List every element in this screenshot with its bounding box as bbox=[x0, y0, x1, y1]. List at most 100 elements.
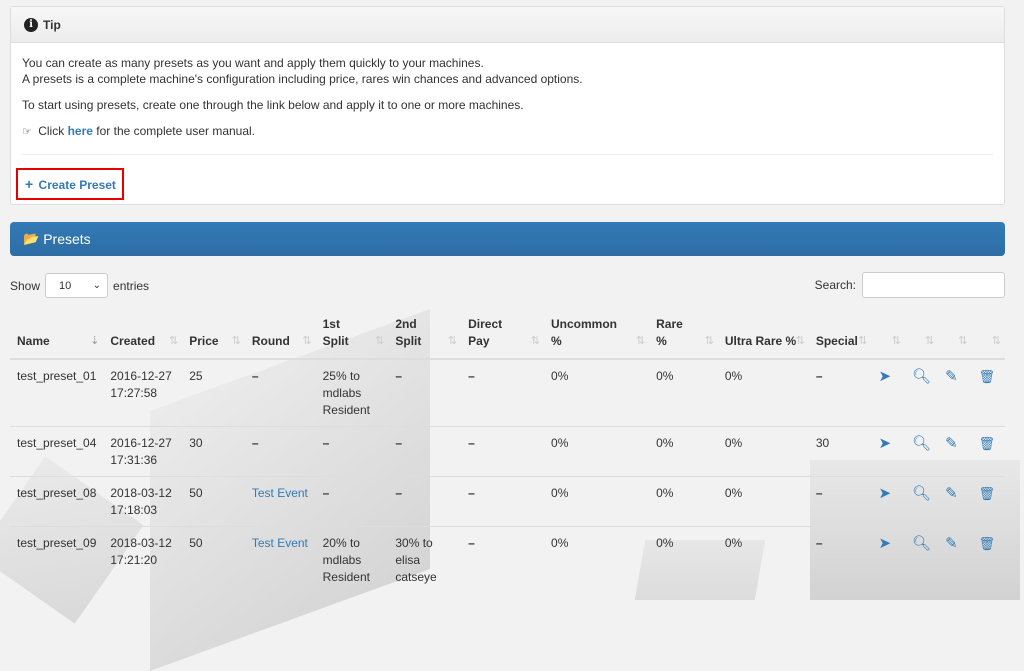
cell-action: ➤ bbox=[871, 526, 905, 593]
sort-icon[interactable]: ⇅ bbox=[858, 333, 867, 350]
sort-icon[interactable]: ⇅ bbox=[302, 333, 311, 350]
sort-icon[interactable]: ⇅ bbox=[531, 333, 540, 350]
column-header[interactable]: ⇅ bbox=[938, 310, 972, 360]
column-header-label: 2nd Split bbox=[395, 317, 422, 348]
sort-icon[interactable]: ⇅ bbox=[232, 333, 241, 350]
cell-rare: 0% bbox=[649, 476, 718, 527]
sort-icon[interactable]: ⇅ bbox=[169, 333, 178, 350]
trash-icon[interactable]: 🗑︎ bbox=[979, 436, 996, 451]
empty-dash: – bbox=[815, 486, 823, 500]
column-header[interactable]: Name ⇣ bbox=[10, 310, 104, 360]
sort-icon[interactable]: ⇅ bbox=[892, 333, 901, 350]
send-icon[interactable]: ➤ bbox=[878, 435, 891, 452]
created-value: 17:18:03 bbox=[110, 503, 158, 517]
search-icon[interactable]: 🔍︎ bbox=[912, 485, 931, 502]
pencil-icon[interactable]: ✎ bbox=[945, 485, 958, 502]
empty-dash: – bbox=[468, 486, 475, 500]
send-icon[interactable]: ➤ bbox=[878, 535, 891, 552]
cell-action: ➤ bbox=[871, 358, 905, 427]
column-header[interactable]: Direct Pay ⇅ bbox=[461, 310, 545, 360]
sort-icon[interactable]: ⇅ bbox=[925, 333, 934, 350]
cell-split1: 25% to mdlabs Resident bbox=[315, 358, 389, 427]
preset-name: test_preset_08 bbox=[17, 486, 97, 500]
create-preset-button[interactable]: + Create Preset bbox=[25, 176, 116, 192]
table-header-row: Name ⇣ Created ⇅ Price ⇅ Round ⇅ 1st Split ⇅ 2nd Spl… bbox=[10, 310, 1005, 360]
search-input[interactable] bbox=[862, 272, 1005, 298]
sort-icon[interactable]: ⇅ bbox=[636, 333, 645, 350]
pencil-icon[interactable]: ✎ bbox=[945, 535, 958, 552]
column-header[interactable]: Uncommon% ⇅ bbox=[544, 310, 650, 360]
column-header[interactable]: ⇅ bbox=[871, 310, 905, 360]
sort-icon[interactable]: ⇅ bbox=[992, 333, 1001, 350]
price-value: 25 bbox=[189, 369, 203, 383]
cell-action: 🗑︎ bbox=[971, 426, 1005, 477]
trash-icon[interactable]: 🗑︎ bbox=[979, 486, 996, 501]
cell-action: 🔍︎ bbox=[904, 526, 939, 593]
cell-price: 25 bbox=[182, 358, 245, 427]
send-icon[interactable]: ➤ bbox=[878, 368, 891, 385]
search-icon[interactable]: 🔍︎ bbox=[912, 368, 931, 385]
column-header[interactable]: Ultra Rare % ⇅ bbox=[717, 310, 809, 360]
price-value: 50 bbox=[189, 536, 203, 550]
sort-icon[interactable]: ⇅ bbox=[796, 333, 805, 350]
create-preset-highlight: + Create Preset bbox=[16, 168, 124, 200]
round-link[interactable]: Test Event bbox=[252, 536, 308, 550]
rare-value: 0% bbox=[656, 486, 674, 500]
cell-split2: – bbox=[388, 358, 462, 427]
cell-direct: – bbox=[461, 476, 545, 527]
column-header-label: Created bbox=[110, 334, 156, 348]
column-header[interactable]: Created ⇅ bbox=[103, 310, 183, 360]
empty-dash: – bbox=[395, 369, 403, 383]
cell-special: – bbox=[808, 476, 872, 527]
ultra-rare-value: 0% bbox=[724, 536, 743, 550]
price-value: 30 bbox=[189, 436, 203, 450]
split1-value: Resident bbox=[322, 403, 370, 417]
presets-header: 📂 Presets bbox=[10, 222, 1005, 256]
cell-uncommon: 0% bbox=[544, 476, 650, 527]
column-header[interactable]: 1st Split ⇅ bbox=[315, 310, 389, 360]
uncommon-value: 0% bbox=[551, 436, 569, 450]
trash-icon[interactable]: 🗑︎ bbox=[979, 369, 996, 384]
cell-action: ➤ bbox=[871, 476, 905, 527]
column-header[interactable]: 2nd Split ⇅ bbox=[388, 310, 462, 360]
cell-rare: 0% bbox=[649, 426, 718, 477]
sort-icon[interactable]: ⇅ bbox=[448, 333, 457, 350]
sort-icon[interactable]: ⇅ bbox=[958, 333, 967, 350]
column-header-label: Round bbox=[251, 334, 290, 348]
column-header[interactable]: Special ⇅ bbox=[808, 310, 872, 360]
sort-icon[interactable]: ⇅ bbox=[705, 333, 714, 350]
empty-dash: – bbox=[395, 436, 403, 450]
tip-line-1: You can create as many presets as you wa… bbox=[22, 56, 484, 70]
sort-icon[interactable]: ⇅ bbox=[375, 333, 384, 350]
tip-text: You can create as many presets as you wa… bbox=[22, 55, 993, 87]
column-header[interactable]: Round ⇅ bbox=[244, 310, 316, 360]
search-icon[interactable]: 🔍︎ bbox=[912, 435, 931, 452]
tip-header: i Tip bbox=[11, 7, 1004, 43]
column-header[interactable]: ⇅ bbox=[904, 310, 939, 360]
column-header[interactable]: ⇅ bbox=[971, 310, 1005, 360]
split2-value: 30% to bbox=[395, 536, 433, 550]
trash-icon[interactable]: 🗑︎ bbox=[979, 536, 996, 551]
column-header[interactable]: Rare% ⇅ bbox=[649, 310, 718, 360]
created-value: 2016-12-27 bbox=[110, 436, 172, 450]
pencil-icon[interactable]: ✎ bbox=[945, 435, 958, 452]
entries-select[interactable]: 10 ⌄ bbox=[45, 273, 109, 298]
search-icon[interactable]: 🔍︎ bbox=[912, 535, 931, 552]
pencil-icon[interactable]: ✎ bbox=[945, 368, 958, 385]
manual-link[interactable]: here bbox=[68, 124, 93, 138]
sort-asc-icon[interactable]: ⇣ bbox=[90, 333, 99, 350]
send-icon[interactable]: ➤ bbox=[878, 485, 891, 502]
cell-action: ✎ bbox=[938, 526, 972, 593]
special-value: 30 bbox=[815, 436, 830, 450]
ultra-rare-value: 0% bbox=[724, 369, 743, 383]
cell-split1: – bbox=[315, 476, 389, 527]
column-header[interactable]: Price ⇅ bbox=[182, 310, 245, 360]
column-header-label: 1st Split bbox=[322, 317, 349, 348]
tip-line-3: To start using presets, create one throu… bbox=[22, 98, 524, 112]
empty-dash: – bbox=[322, 436, 330, 450]
cell-action: 🔍︎ bbox=[904, 426, 939, 477]
column-header-label: Rare% bbox=[656, 317, 683, 348]
search-control: Search: bbox=[815, 272, 1005, 298]
round-link[interactable]: Test Event bbox=[252, 486, 308, 500]
column-header-label: Ultra Rare % bbox=[724, 334, 797, 348]
